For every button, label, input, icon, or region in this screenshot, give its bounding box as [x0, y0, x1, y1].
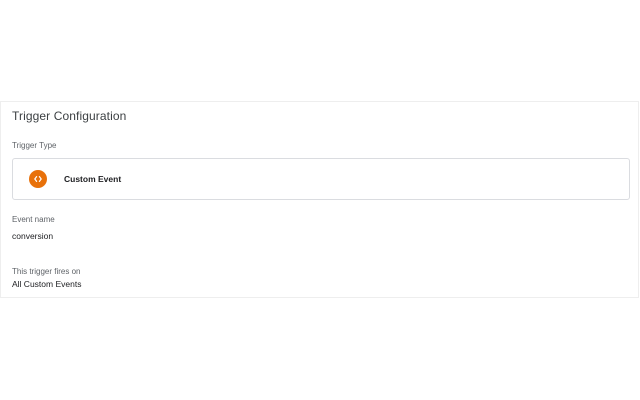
trigger-type-label: Trigger Type	[12, 141, 57, 150]
trigger-type-selector[interactable]: Custom Event	[12, 158, 630, 200]
fires-on-label: This trigger fires on	[12, 267, 81, 276]
trigger-type-name: Custom Event	[64, 174, 122, 184]
event-name-value: conversion	[12, 231, 54, 241]
custom-event-icon	[29, 170, 47, 188]
event-name-label: Event name	[12, 215, 55, 224]
trigger-configuration-card[interactable]: Trigger Configuration Trigger Type Custo…	[0, 101, 639, 298]
card-title: Trigger Configuration	[12, 109, 127, 123]
fires-on-value: All Custom Events	[12, 279, 82, 289]
